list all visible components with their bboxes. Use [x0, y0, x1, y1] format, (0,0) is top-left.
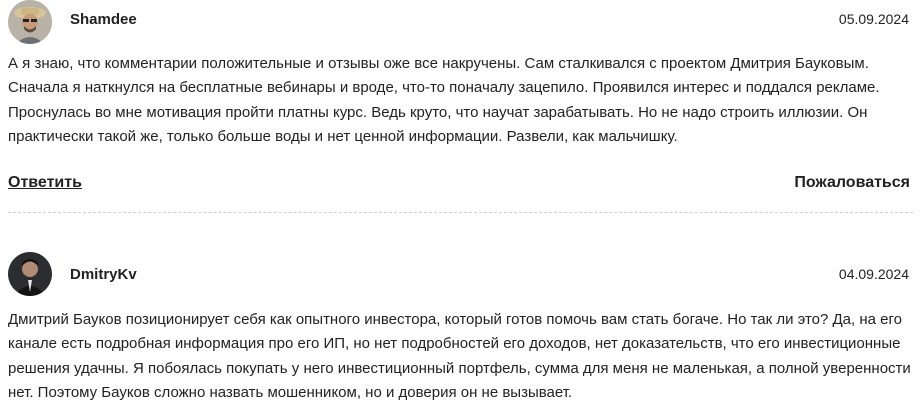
report-link[interactable]: Пожаловаться — [794, 174, 910, 192]
comment-date: 04.09.2024 — [838, 266, 909, 282]
avatar[interactable] — [8, 0, 52, 44]
comment-date: 05.09.2024 — [838, 11, 909, 27]
comment-actions: Ответить Пожаловаться — [0, 174, 923, 196]
comment-divider — [8, 212, 913, 213]
comment-item: Shamdee 05.09.2024 А я знаю, что коммент… — [0, 0, 923, 213]
comment-text: А я знаю, что комментарии положительные … — [8, 55, 880, 145]
avatar[interactable] — [8, 252, 52, 296]
comment-author: DmitryKv — [70, 266, 137, 283]
reply-link[interactable]: Ответить — [8, 174, 82, 192]
user-photo-icon — [8, 0, 52, 44]
comment-text: Дмитрий Бауков позиционирует себя как оп… — [8, 311, 911, 401]
comment-header: DmitryKv 04.09.2024 — [0, 250, 923, 296]
comment-header: Shamdee 05.09.2024 — [0, 0, 923, 44]
comment-item: DmitryKv 04.09.2024 Дмитрий Бауков позиц… — [0, 250, 923, 401]
user-photo-icon — [8, 252, 52, 296]
comment-author: Shamdee — [70, 11, 137, 28]
